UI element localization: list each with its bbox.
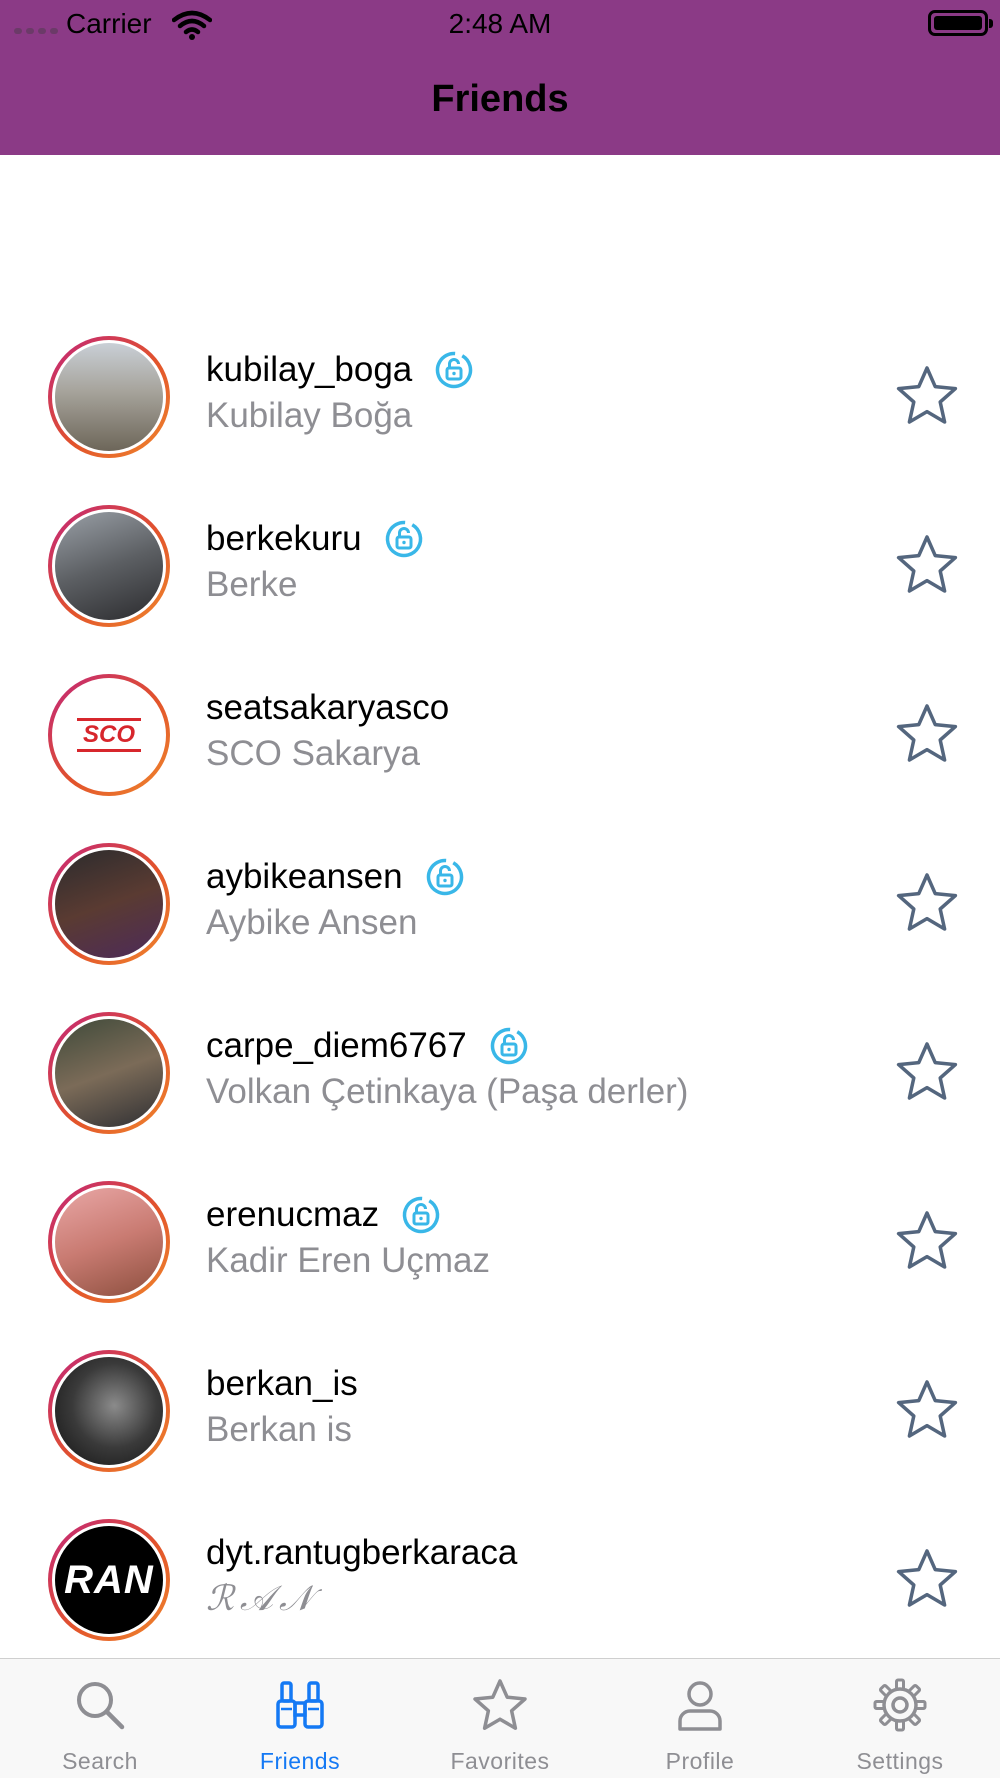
- favorite-star-button[interactable]: [895, 1040, 959, 1104]
- username-label: berkekuru: [206, 519, 362, 558]
- tab-favorites[interactable]: Favorites: [400, 1659, 600, 1778]
- tab-bar: Search Friends Favorites Profile Setting…: [0, 1658, 1000, 1778]
- star-icon: [895, 1042, 959, 1108]
- avatar-logo-text: SCO: [76, 718, 141, 752]
- friend-row[interactable]: berkekuru Berke: [0, 479, 1000, 648]
- avatar-image: [52, 509, 166, 623]
- avatar[interactable]: [48, 1181, 170, 1303]
- friend-names: dyt.rantugberkaraca ℛ𝒜𝒩: [206, 1531, 517, 1619]
- avatar-image: [52, 1185, 166, 1299]
- tab-settings[interactable]: Settings: [800, 1659, 1000, 1778]
- friend-row[interactable]: SCO seatsakaryasco SCO Sakarya: [0, 648, 1000, 817]
- avatar[interactable]: RAN: [48, 1519, 170, 1641]
- person-icon: [672, 1659, 728, 1738]
- favorite-star-button[interactable]: [895, 1209, 959, 1273]
- star-icon: [895, 1211, 959, 1277]
- favorite-star-button[interactable]: [895, 364, 959, 428]
- lock-icon: [434, 350, 474, 390]
- avatar-image: RAN: [52, 1523, 166, 1637]
- friend-names: seatsakaryasco SCO Sakarya: [206, 686, 449, 774]
- avatar[interactable]: SCO: [48, 674, 170, 796]
- friends-list: kubilay_boga Kubilay Boğa berkekuru Berk…: [0, 310, 1000, 1662]
- avatar[interactable]: [48, 505, 170, 627]
- star-icon: [895, 535, 959, 601]
- avatar[interactable]: [48, 843, 170, 965]
- star-icon: [895, 704, 959, 770]
- friend-row[interactable]: erenucmaz Kadir Eren Uçmaz: [0, 1155, 1000, 1324]
- tab-label: Profile: [665, 1748, 735, 1774]
- favorite-star-button[interactable]: [895, 871, 959, 935]
- tab-label: Favorites: [450, 1748, 550, 1774]
- friend-names: kubilay_boga Kubilay Boğa: [206, 348, 474, 436]
- gear-icon: [872, 1659, 928, 1738]
- lock-icon: [489, 1026, 529, 1066]
- full-name-label: SCO Sakarya: [206, 734, 420, 773]
- avatar-image: [52, 1016, 166, 1130]
- friend-row[interactable]: kubilay_boga Kubilay Boğa: [0, 310, 1000, 479]
- lock-icon: [401, 1195, 441, 1235]
- tab-profile[interactable]: Profile: [600, 1659, 800, 1778]
- battery-icon: [928, 10, 993, 36]
- full-name-label: Aybike Ansen: [206, 903, 418, 942]
- friend-row[interactable]: aybikeansen Aybike Ansen: [0, 817, 1000, 986]
- status-bar: Carrier 2:48 AM: [0, 0, 1000, 50]
- favorite-star-button[interactable]: [895, 533, 959, 597]
- star-icon: [895, 1380, 959, 1446]
- username-label: berkan_is: [206, 1364, 358, 1403]
- page-title: Friends: [431, 78, 569, 120]
- full-name-label: Volkan Çetinkaya (Paşa derler): [206, 1072, 689, 1111]
- friend-row[interactable]: RAN dyt.rantugberkaraca ℛ𝒜𝒩: [0, 1493, 1000, 1662]
- avatar[interactable]: [48, 1012, 170, 1134]
- star-icon: [895, 1549, 959, 1615]
- friend-names: berkekuru Berke: [206, 517, 424, 605]
- full-name-label: ℛ𝒜𝒩: [206, 1579, 319, 1619]
- lock-icon: [384, 519, 424, 559]
- avatar-image: [52, 340, 166, 454]
- full-name-label: Kadir Eren Uçmaz: [206, 1241, 490, 1280]
- favorite-star-button[interactable]: [895, 1547, 959, 1611]
- favorite-star-button[interactable]: [895, 1378, 959, 1442]
- tab-label: Search: [62, 1748, 138, 1774]
- star-icon: [895, 873, 959, 939]
- navigation-header: Carrier 2:48 AM Friends: [0, 0, 1000, 155]
- tab-friends[interactable]: Friends: [200, 1659, 400, 1778]
- star-icon: [895, 366, 959, 432]
- username-label: kubilay_boga: [206, 350, 413, 389]
- search-icon: [72, 1659, 128, 1738]
- friend-names: berkan_is Berkan is: [206, 1362, 358, 1450]
- full-name-label: Berke: [206, 565, 298, 604]
- avatar[interactable]: [48, 1350, 170, 1472]
- username-label: seatsakaryasco: [206, 688, 450, 727]
- lock-icon: [425, 857, 465, 897]
- avatar-image: [52, 847, 166, 961]
- avatar-logo-text: RAN: [64, 1557, 154, 1602]
- binoculars-icon: [272, 1659, 328, 1738]
- tab-label: Friends: [259, 1748, 341, 1774]
- avatar[interactable]: [48, 336, 170, 458]
- favorite-star-button[interactable]: [895, 702, 959, 766]
- friend-names: erenucmaz Kadir Eren Uçmaz: [206, 1193, 490, 1281]
- friend-row[interactable]: carpe_diem6767 Volkan Çetinkaya (Paşa de…: [0, 986, 1000, 1155]
- full-name-label: Berkan is: [206, 1410, 352, 1449]
- username-label: aybikeansen: [206, 857, 403, 896]
- username-label: erenucmaz: [206, 1195, 380, 1234]
- tab-label: Settings: [856, 1748, 944, 1774]
- friend-names: carpe_diem6767 Volkan Çetinkaya (Paşa de…: [206, 1024, 688, 1112]
- status-time: 2:48 AM: [448, 8, 552, 39]
- username-label: dyt.rantugberkaraca: [206, 1533, 518, 1572]
- username-label: carpe_diem6767: [206, 1026, 467, 1065]
- friend-row[interactable]: berkan_is Berkan is: [0, 1324, 1000, 1493]
- avatar-image: [52, 1354, 166, 1468]
- full-name-label: Kubilay Boğa: [206, 396, 413, 435]
- star-icon: [472, 1659, 528, 1738]
- friend-names: aybikeansen Aybike Ansen: [206, 855, 465, 943]
- tab-search[interactable]: Search: [0, 1659, 200, 1778]
- avatar-image: SCO: [52, 678, 166, 792]
